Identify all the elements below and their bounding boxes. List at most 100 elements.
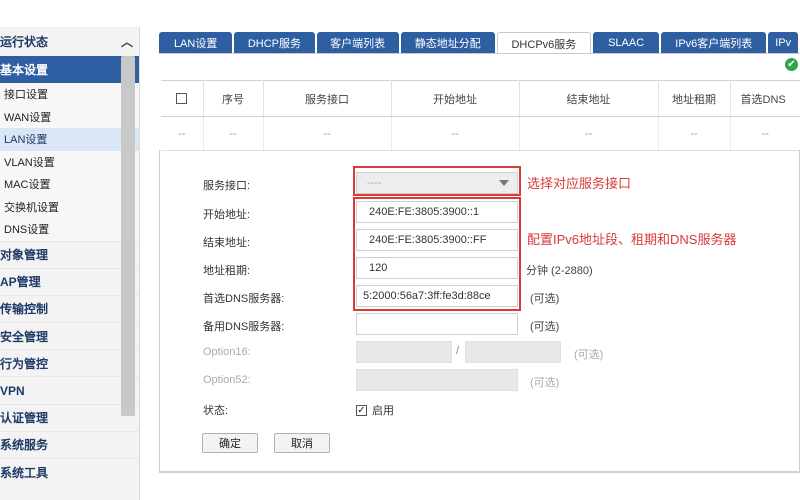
tab-label: IPv6客户端列表 [675,38,753,50]
tab-static-address[interactable]: 静态地址分配 [400,32,495,54]
sidebar-group-basic-settings[interactable]: 基本设置 [0,56,139,83]
secondary-dns-label: 备用DNS服务器: [203,321,285,333]
option16-input-a[interactable] [356,341,452,363]
tab-bar: LAN设置 DHCP服务 客户端列表 静态地址分配 DHCPv6服务 SLAAC… [159,32,800,54]
table-row: -- -- -- -- -- -- -- [161,116,800,151]
chevron-up-icon[interactable]: ︿ [121,33,133,50]
lease-label: 地址租期: [203,265,251,277]
option16-label: Option16: [203,346,251,358]
secondary-dns-input[interactable] [356,313,518,335]
optional-note: (可选) [530,293,560,305]
status-enable[interactable]: ✓ 启用 [356,402,394,418]
col-header-interface: 服务接口 [263,80,392,117]
sidebar-subitem-lan[interactable]: LAN设置 [0,128,139,151]
col-header-end: 结束地址 [519,80,659,117]
status-label: 状态: [203,405,229,417]
optional-note: (可选) [574,349,604,361]
lease-range-note: 分钟 (2-2880) [526,265,593,277]
dhcpv6-table: 序号 服务接口 开始地址 结束地址 地址租期 首选DNS -- -- -- --… [161,80,800,151]
sidebar-item-status[interactable]: 运行状态 ︿ [0,27,139,56]
option52-label: Option52: [203,374,251,386]
service-interface-label: 服务接口: [203,180,251,192]
tab-divider [159,53,800,54]
sidebar-item-label: 认证管理 [0,411,49,426]
sidebar-group-label: 基本设置 [0,63,49,77]
button-label: 确定 [219,438,241,450]
option16-input-b[interactable] [465,341,561,363]
sidebar-subitem-label: VLAN设置 [4,156,55,169]
tab-more[interactable]: IPv [768,32,798,54]
sidebar-subitem-interface[interactable]: 接口设置 [0,83,139,106]
tab-lan[interactable]: LAN设置 [159,32,233,54]
sidebar-subitem-wan[interactable]: WAN设置 [0,105,139,128]
cancel-button[interactable]: 取消 [274,433,330,453]
annotation-configure-ipv6: 配置IPv6地址段、租期和DNS服务器 [527,232,737,247]
sidebar-item-transfer[interactable]: 传输控制 [0,294,139,322]
sidebar-item-security[interactable]: 安全管理 [0,322,139,349]
tab-label: DHCP服务 [247,38,301,50]
sidebar-subitem-mac[interactable]: MAC设置 [0,173,139,196]
end-address-label: 结束地址: [203,237,251,249]
table-cell: -- [730,116,800,151]
table-cell: -- [519,116,659,151]
sidebar-item-system-service[interactable]: 系统服务 [0,430,139,458]
sidebar-item-label: VPN [0,383,25,398]
select-all-checkbox-cell[interactable] [161,80,204,117]
sidebar-item-ap[interactable]: AP管理 [0,267,139,295]
sidebar-subitem-switch[interactable]: 交换机设置 [0,195,139,218]
sidebar-item-label: 安全管理 [0,329,49,344]
sidebar-scrollbar[interactable] [121,56,135,416]
optional-note: (可选) [530,321,560,333]
sidebar-item-system-tools[interactable]: 系统工具 [0,458,139,485]
enable-label: 启用 [372,405,394,417]
sidebar-subitem-vlan[interactable]: VLAN设置 [0,150,139,173]
tab-label: 客户端列表 [330,38,386,50]
option52-input[interactable] [356,369,518,391]
start-address-label: 开始地址: [203,209,251,221]
annotation-box-interface [353,166,521,196]
col-header-dns: 首选DNS [730,80,800,117]
confirm-button[interactable]: 确定 [202,433,258,453]
col-header-lease: 地址租期 [658,80,731,117]
sidebar-subitem-label: 交换机设置 [4,201,59,214]
panel-bottom-border [159,472,800,473]
sidebar-item-behavior[interactable]: 行为管控 [0,349,139,376]
sidebar-subitem-label: MAC设置 [4,179,51,192]
col-header-start: 开始地址 [391,80,520,117]
sidebar-item-label: AP管理 [0,275,41,290]
tab-ipv6-clients[interactable]: IPv6客户端列表 [661,32,767,54]
sidebar-subitem-label: DNS设置 [4,224,50,237]
sidebar-item-vpn[interactable]: VPN [0,376,139,403]
sidebar-item-label: 行为管控 [0,356,49,371]
table-cell: -- [161,116,204,151]
sidebar-item-label: 传输控制 [0,302,49,317]
enable-checkbox[interactable]: ✓ [356,404,367,416]
col-header-index: 序号 [203,80,264,117]
sidebar-item-label: 系统服务 [0,438,49,453]
table-cell: -- [203,116,264,151]
top-bar [0,0,800,27]
sidebar-item-objects[interactable]: 对象管理 [0,240,139,268]
tab-label: SLAAC [608,37,645,49]
sidebar-item-label: 运行状态 [0,35,49,49]
tab-dhcp[interactable]: DHCP服务 [234,32,315,54]
tab-slaac[interactable]: SLAAC [592,32,660,54]
sidebar-subitem-label: WAN设置 [4,111,52,124]
sidebar-subitem-label: 接口设置 [4,89,48,102]
select-all-checkbox[interactable] [176,93,188,105]
tab-client-list[interactable]: 客户端列表 [316,32,399,54]
table-header-row: 序号 服务接口 开始地址 结束地址 地址租期 首选DNS [161,80,800,117]
option16-separator: / [456,345,460,357]
check-circle-icon: ✔ [785,58,798,71]
table-cell: -- [658,116,731,151]
optional-note: (可选) [530,377,560,389]
button-label: 取消 [291,438,313,450]
sidebar-subitem-dns[interactable]: DNS设置 [0,218,139,241]
table-cell: -- [263,116,392,151]
tab-label: IPv [775,37,792,49]
sidebar-item-label: 对象管理 [0,248,49,263]
sidebar-item-auth[interactable]: 认证管理 [0,403,139,431]
tab-label: DHCPv6服务 [511,38,577,51]
tab-dhcpv6[interactable]: DHCPv6服务 [496,32,591,54]
primary-dns-label: 首选DNS服务器: [203,293,285,305]
